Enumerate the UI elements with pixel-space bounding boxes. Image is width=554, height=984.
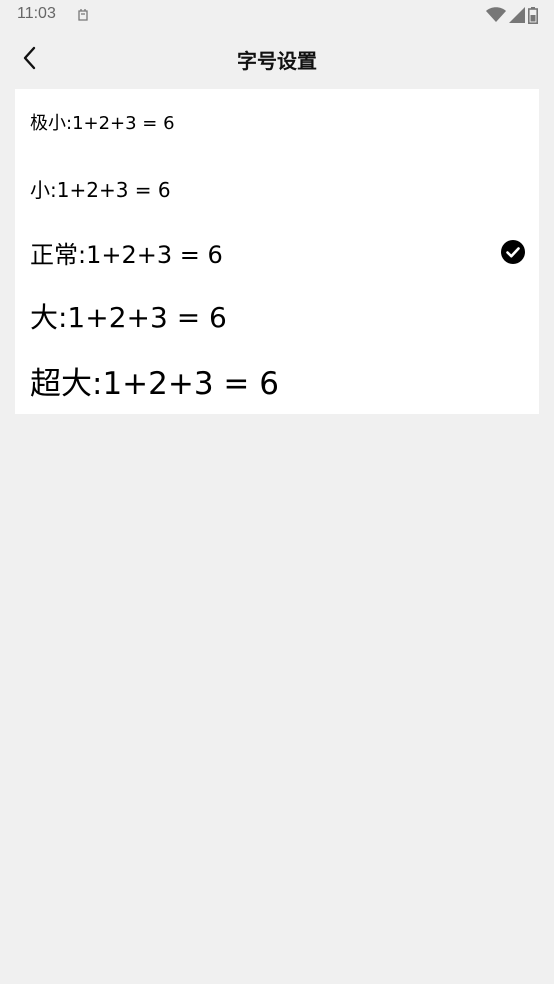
notification-icon [78, 9, 88, 21]
check-circle-icon [501, 240, 525, 264]
font-size-option-extra-large[interactable]: 超大:1+2+3 = 6 [15, 349, 539, 414]
wifi-icon [486, 7, 506, 22]
cell-signal-icon [509, 7, 525, 23]
app-bar: 字号设置 [0, 30, 554, 88]
option-label: 正常:1+2+3 = 6 [30, 241, 223, 269]
font-size-option-large[interactable]: 大:1+2+3 = 6 [15, 284, 539, 349]
option-label: 极小:1+2+3 = 6 [30, 113, 175, 134]
option-label: 小:1+2+3 = 6 [30, 178, 171, 202]
status-time: 11:03 [17, 5, 56, 22]
font-size-option-normal[interactable]: 正常:1+2+3 = 6 [15, 219, 539, 284]
font-size-option-small[interactable]: 小:1+2+3 = 6 [15, 154, 539, 219]
battery-icon [528, 6, 538, 24]
font-size-options-list: 极小:1+2+3 = 6 小:1+2+3 = 6 正常:1+2+3 = 6 大:… [15, 89, 539, 414]
option-label: 大:1+2+3 = 6 [30, 301, 227, 334]
status-bar: 11:03 [0, 0, 554, 30]
option-label: 超大:1+2+3 = 6 [30, 366, 279, 402]
status-icons [486, 6, 538, 24]
page-title: 字号设置 [237, 49, 317, 73]
font-size-option-extra-small[interactable]: 极小:1+2+3 = 6 [15, 89, 539, 154]
